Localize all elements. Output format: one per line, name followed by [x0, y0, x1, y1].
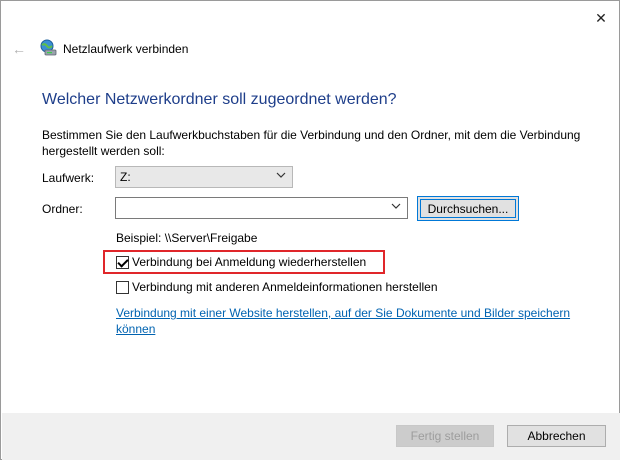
dialog-title: Netzlaufwerk verbinden [63, 42, 189, 56]
cancel-button[interactable]: Abbrechen [507, 425, 606, 447]
drive-label: Laufwerk: [42, 171, 95, 185]
browse-button[interactable]: Durchsuchen... [417, 196, 519, 221]
chevron-down-icon [276, 171, 286, 182]
drive-select[interactable]: Z: [115, 166, 293, 188]
dialog-window: ✕ ← Netzlaufwerk verbinden Welcher Netzw… [0, 0, 620, 460]
drive-value: Z: [120, 170, 131, 184]
reconnect-checkbox-label[interactable]: Verbindung bei Anmeldung wiederherstelle… [132, 255, 366, 269]
close-icon: ✕ [595, 9, 607, 26]
credentials-checkbox[interactable] [116, 280, 129, 294]
description-text: Bestimmen Sie den Laufwerkbuchstaben für… [42, 128, 581, 158]
network-drive-icon [40, 39, 57, 56]
back-button[interactable]: ← [11, 41, 27, 57]
close-button[interactable]: ✕ [589, 7, 613, 29]
back-arrow-icon: ← [12, 41, 26, 57]
chevron-down-icon[interactable] [391, 202, 401, 213]
reconnect-checkbox-row[interactable]: Verbindung bei Anmeldung wiederherstelle… [116, 255, 366, 269]
credentials-checkbox-label[interactable]: Verbindung mit anderen Anmeldeinformatio… [132, 280, 438, 294]
example-text: Beispiel: \\Server\Freigabe [116, 231, 258, 245]
folder-input[interactable] [118, 200, 382, 216]
folder-label: Ordner: [42, 202, 83, 216]
footer-bar: Fertig stellen Abbrechen [2, 413, 620, 460]
credentials-checkbox-row[interactable]: Verbindung mit anderen Anmeldeinformatio… [116, 280, 438, 294]
page-heading: Welcher Netzwerkordner soll zugeordnet w… [42, 91, 397, 108]
folder-combobox[interactable] [115, 197, 408, 219]
finish-button[interactable]: Fertig stellen [396, 425, 494, 447]
website-link[interactable]: Verbindung mit einer Website herstellen,… [116, 305, 586, 337]
browse-button-label: Durchsuchen... [420, 199, 516, 218]
reconnect-checkbox[interactable] [116, 255, 129, 269]
